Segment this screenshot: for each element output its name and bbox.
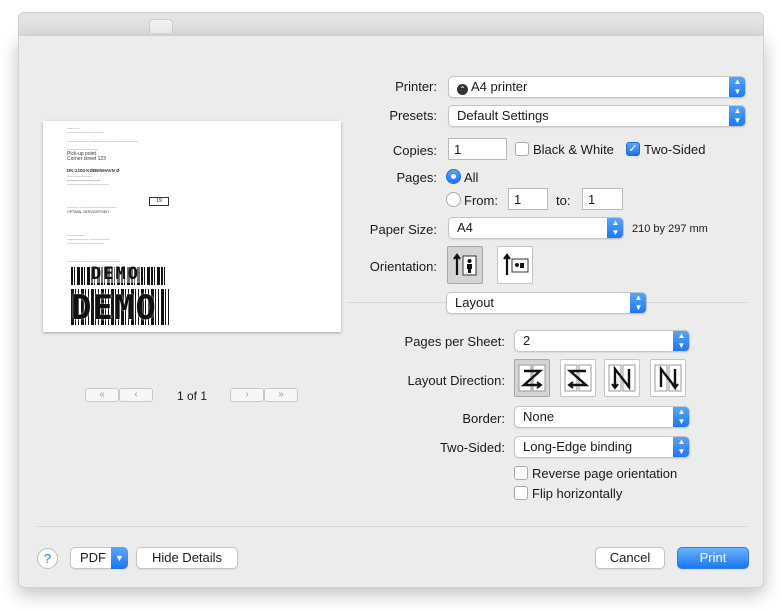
page-indicator: 1 of 1: [176, 389, 208, 403]
pages-from-radio[interactable]: [446, 192, 461, 207]
black-white-label: Black & White: [533, 142, 614, 157]
paper-size-label: Paper Size:: [369, 222, 437, 237]
layout-direction-label: Layout Direction:: [407, 373, 505, 388]
pdf-label: PDF: [80, 550, 106, 565]
border-value: None: [523, 409, 555, 424]
paper-dimensions: 210 by 297 mm: [632, 223, 708, 235]
pages-to-input[interactable]: 1: [582, 188, 623, 210]
next-page-button[interactable]: ›: [230, 388, 264, 402]
flip-horizontally-checkbox[interactable]: [514, 486, 528, 500]
border-select[interactable]: None ▲ ▼: [514, 406, 690, 428]
layout-s-icon: [564, 364, 592, 392]
pages-all-radio[interactable]: [446, 169, 461, 184]
chevron-updown-icon: ▲ ▼: [729, 106, 745, 126]
black-white-checkbox[interactable]: [515, 142, 529, 156]
landscape-icon: [503, 253, 529, 275]
help-button[interactable]: ?: [37, 548, 58, 569]
chevron-down-icon: ▼: [111, 547, 128, 569]
paper-size-select[interactable]: A4 ▲ ▼: [448, 217, 624, 239]
first-page-button[interactable]: «: [85, 388, 119, 402]
layout-direction-z-button[interactable]: [514, 359, 550, 397]
layout-n-icon: [654, 364, 682, 392]
titlebar-tab: [149, 19, 173, 33]
reverse-orientation-label: Reverse page orientation: [532, 466, 678, 481]
two-sided-binding-select[interactable]: Long-Edge binding ▲ ▼: [514, 436, 690, 458]
copies-input[interactable]: 1: [448, 138, 507, 160]
layout-direction-n-reversed-button[interactable]: [604, 359, 640, 397]
printer-value: A4 printer: [471, 79, 528, 94]
two-sided-label: Two-Sided: [644, 142, 706, 157]
portrait-orientation-button[interactable]: [447, 246, 483, 284]
printer-select[interactable]: ⌃ A4 printer ▲ ▼: [448, 76, 746, 98]
layout-direction-n-button[interactable]: [650, 359, 686, 397]
pages-from-input[interactable]: 1: [508, 188, 548, 210]
section-value: Layout: [455, 295, 495, 310]
flip-horizontally-label: Flip horizontally: [532, 486, 623, 501]
preview-barcode-bottom-text: DEMO: [71, 288, 157, 328]
layout-z-icon: [518, 364, 546, 392]
pages-label: Pages:: [396, 170, 437, 185]
previous-page-button[interactable]: ‹: [119, 388, 153, 402]
chevron-updown-icon: ▲ ▼: [673, 437, 689, 457]
presets-value: Default Settings: [457, 108, 549, 123]
portrait-icon: [453, 253, 477, 276]
reverse-orientation-checkbox[interactable]: [514, 466, 528, 480]
preview-address-street: Corner street 123: [67, 156, 106, 162]
two-sided-binding-label: Two-Sided:: [439, 440, 505, 455]
pages-to-label: to:: [556, 193, 571, 208]
two-sided-binding-value: Long-Edge binding: [523, 439, 633, 454]
copies-label: Copies:: [392, 143, 437, 158]
chevron-updown-icon: ▲ ▼: [673, 407, 689, 427]
preview-address-city: DK-2100 KØBENHAVN Ø: [67, 168, 120, 173]
print-button[interactable]: Print: [677, 547, 749, 569]
last-page-button[interactable]: »: [264, 388, 298, 402]
printer-label: Printer:: [395, 79, 437, 94]
pages-per-sheet-value: 2: [523, 333, 531, 348]
hide-details-button[interactable]: Hide Details: [136, 547, 238, 569]
pages-per-sheet-label: Pages per Sheet:: [404, 334, 505, 349]
presets-select[interactable]: Default Settings ▲ ▼: [448, 105, 746, 127]
border-label: Border:: [462, 411, 505, 426]
pages-per-sheet-select[interactable]: 2 ▲ ▼: [514, 330, 690, 352]
printer-status-icon: ⌃: [457, 84, 468, 95]
preview-barcode-top-text: DEMO: [91, 264, 140, 284]
pdf-menu-button[interactable]: PDF ▼: [70, 547, 128, 569]
chevron-updown-icon: ▲ ▼: [673, 331, 689, 351]
window-titlebar: [18, 12, 764, 38]
footer-divider: [37, 526, 747, 527]
chevron-updown-icon: ▲ ▼: [607, 218, 623, 238]
pages-all-label: All: [464, 170, 479, 185]
pages-from-label: From:: [464, 193, 498, 208]
two-sided-checkbox[interactable]: ✓: [626, 142, 640, 156]
paper-size-value: A4: [457, 220, 473, 235]
orientation-label: Orientation:: [369, 259, 437, 274]
preview-service: OPTIMAL SERVICEPOINT: [67, 210, 110, 214]
cancel-button[interactable]: Cancel: [595, 547, 665, 569]
chevron-updown-icon: ▲ ▼: [729, 77, 745, 97]
page-preview: —— —— ———————— ———— ——————— ——————— —— —…: [43, 121, 341, 332]
layout-direction-s-button[interactable]: [560, 359, 596, 397]
chevron-updown-icon: ▲ ▼: [630, 293, 646, 313]
print-dialog-sheet: —— —— ———————— ———— ——————— ——————— —— —…: [18, 36, 764, 588]
preview-box-number: 19: [149, 197, 169, 206]
landscape-orientation-button[interactable]: [497, 246, 533, 284]
section-select[interactable]: Layout ▲ ▼: [446, 292, 647, 314]
presets-label: Presets:: [389, 108, 437, 123]
layout-n-reversed-icon: [608, 364, 636, 392]
